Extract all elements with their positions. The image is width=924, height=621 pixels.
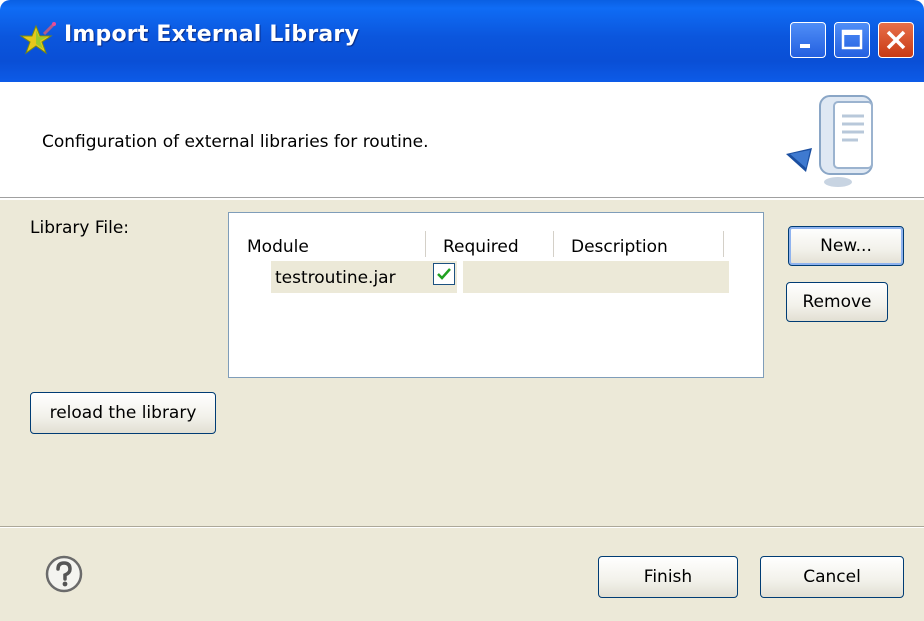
table-header: Module Required Description bbox=[229, 213, 763, 263]
dialog-banner: Configuration of external libraries for … bbox=[0, 82, 924, 198]
remove-button-label: Remove bbox=[802, 292, 872, 312]
finish-button[interactable]: Finish bbox=[598, 556, 738, 598]
minimize-icon bbox=[800, 44, 810, 48]
column-header-module[interactable]: Module bbox=[247, 237, 309, 257]
footer-separator-highlight bbox=[0, 527, 924, 528]
remove-button[interactable]: Remove bbox=[786, 282, 888, 322]
required-checkbox[interactable] bbox=[433, 263, 455, 285]
reload-library-label: reload the library bbox=[49, 403, 197, 423]
checkmark-icon bbox=[437, 268, 451, 280]
maximize-button[interactable] bbox=[834, 22, 870, 58]
finish-button-label: Finish bbox=[643, 567, 693, 587]
close-icon bbox=[886, 30, 906, 50]
row-gap bbox=[457, 261, 463, 293]
maximize-icon bbox=[841, 29, 863, 50]
dialog-content: Library File: Module Required Descriptio… bbox=[0, 200, 924, 621]
cancel-button-label: Cancel bbox=[803, 567, 861, 587]
cancel-button[interactable]: Cancel bbox=[760, 556, 904, 598]
wizard-star-icon bbox=[19, 22, 56, 55]
help-icon[interactable] bbox=[44, 554, 84, 594]
column-header-description[interactable]: Description bbox=[571, 237, 668, 257]
window-title: Import External Library bbox=[64, 22, 360, 47]
minimize-button[interactable] bbox=[790, 22, 826, 58]
banner-separator-highlight bbox=[0, 198, 924, 199]
column-divider[interactable] bbox=[723, 231, 724, 257]
new-button-label: New... bbox=[820, 236, 872, 256]
title-bar[interactable]: Import External Library bbox=[0, 0, 924, 82]
module-cell[interactable]: testroutine.jar bbox=[275, 268, 396, 288]
column-divider[interactable] bbox=[553, 231, 554, 257]
library-file-label: Library File: bbox=[30, 218, 130, 238]
close-button[interactable] bbox=[878, 22, 914, 58]
new-button[interactable]: New... bbox=[788, 226, 904, 266]
library-table[interactable]: Module Required Description testroutine.… bbox=[228, 212, 764, 378]
reload-library-button[interactable]: reload the library bbox=[30, 392, 216, 434]
banner-description: Configuration of external libraries for … bbox=[42, 132, 429, 152]
import-external-library-dialog: Import External Library Configuration of… bbox=[0, 0, 924, 621]
column-header-required[interactable]: Required bbox=[443, 237, 519, 257]
library-wizard-icon bbox=[786, 95, 873, 187]
column-divider[interactable] bbox=[425, 231, 426, 257]
